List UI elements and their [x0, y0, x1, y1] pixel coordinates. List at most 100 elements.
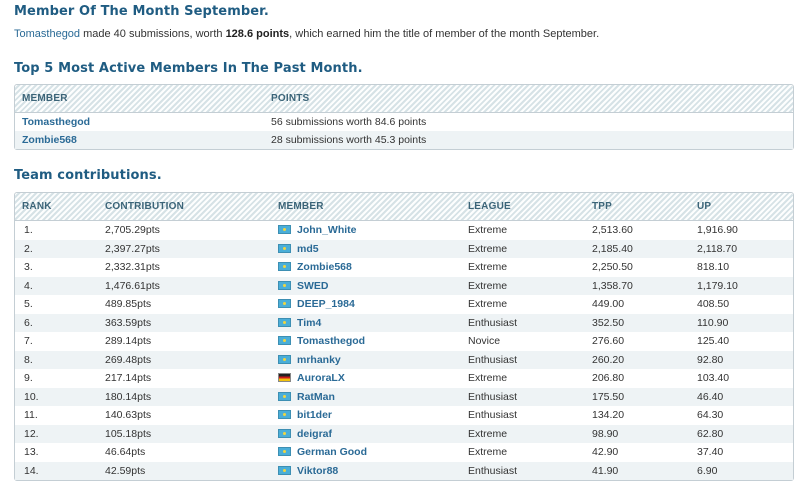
up-cell: 62.80	[697, 427, 724, 440]
flag-kz-icon	[278, 262, 291, 271]
table-row: 7. 289.14pts Tomasthegod Novice 276.60 125.40	[15, 332, 793, 351]
table-row: 12. 105.18pts deigraf Extreme 98.90 62.80	[15, 424, 793, 443]
member-link[interactable]: RatMan	[297, 391, 335, 403]
team-heading: Team contributions.	[14, 168, 162, 183]
col-member: MEMBER	[22, 93, 68, 104]
league-cell: Enthusiast	[468, 409, 518, 421]
table-row: 9. 217.14pts AuroraLX Extreme 206.80 103.40	[15, 369, 793, 388]
col-rank: RANK	[22, 201, 52, 212]
flag-kz-icon	[278, 317, 291, 327]
league-cell: Novice	[468, 335, 501, 347]
top5-heading: Top 5 Most Active Members In The Past Mo…	[14, 61, 363, 76]
contribution-cell: 289.14pts	[105, 335, 152, 347]
points-cell: 56 submissions worth 84.6 points	[271, 116, 427, 128]
tpp-cell: 276.60	[592, 335, 625, 347]
team-table-body: 1. 2,705.29pts John_White Extreme 2,513.60 1,…	[15, 221, 793, 480]
rank-cell: 13.	[24, 446, 39, 458]
flag-kz-icon	[278, 428, 291, 438]
top5-table: MEMBER POINTS Tomasthegod 56 submissions …	[14, 84, 794, 150]
contribution-cell: 363.59pts	[105, 316, 152, 329]
contribution-cell: 140.63pts	[105, 409, 152, 421]
member-link[interactable]: deigraf	[297, 428, 332, 440]
member-link[interactable]: bit1der	[297, 409, 332, 421]
tpp-cell: 1,358.70	[592, 279, 633, 292]
team-table: RANK CONTRIBUTION MEMBER LEAGUE TPP UP 1…	[14, 192, 794, 481]
flag-de-icon	[278, 373, 291, 382]
rank-cell: 1.	[24, 224, 33, 236]
member-link[interactable]: SWED	[297, 280, 329, 292]
member-link[interactable]: mrhanky	[297, 354, 341, 366]
rank-cell: 12.	[24, 427, 39, 440]
flag-kz-icon	[278, 410, 291, 419]
league-cell: Extreme	[468, 427, 508, 440]
contribution-cell: 180.14pts	[105, 390, 152, 403]
league-cell: Enthusiast	[468, 464, 518, 477]
league-cell: Extreme	[468, 261, 508, 273]
top5-table-header: MEMBER POINTS	[15, 85, 793, 113]
col-contribution: CONTRIBUTION	[105, 201, 185, 212]
contribution-cell: 46.64pts	[105, 446, 146, 458]
member-link[interactable]: Tomasthegod	[297, 335, 365, 347]
league-cell: Extreme	[468, 242, 508, 255]
flag-kz-icon	[278, 391, 291, 401]
up-cell: 408.50	[697, 298, 730, 310]
col-points: POINTS	[271, 93, 310, 104]
col-league: LEAGUE	[468, 201, 511, 212]
tpp-cell: 206.80	[592, 372, 625, 384]
flag-kz-icon	[278, 447, 291, 456]
member-link[interactable]: Viktor88	[297, 465, 338, 477]
rank-cell: 9.	[24, 372, 33, 384]
flag-kz-icon	[278, 354, 291, 364]
member-link[interactable]: John_White	[297, 224, 357, 236]
contribution-cell: 2,397.27pts	[105, 242, 160, 255]
tpp-cell: 260.20	[592, 353, 625, 366]
member-link[interactable]: AuroraLX	[297, 372, 345, 384]
rank-cell: 8.	[24, 353, 33, 366]
up-cell: 92.80	[697, 353, 724, 366]
contribution-cell: 42.59pts	[105, 464, 146, 477]
flag-kz-icon	[278, 225, 291, 234]
table-row: 4. 1,476.61pts SWED Extreme 1,358.70 1,179.10	[15, 276, 793, 295]
contribution-cell: 217.14pts	[105, 372, 152, 384]
page: Member Of The Month September. Tomastheg…	[0, 0, 800, 487]
league-cell: Extreme	[468, 372, 508, 384]
summary-text-1: made 40 submissions, worth	[80, 28, 226, 40]
member-link[interactable]: md5	[297, 243, 319, 255]
flag-kz-icon	[278, 280, 291, 290]
table-row: 5. 489.85pts DEEP_1984 Extreme 449.00 408.50	[15, 295, 793, 314]
member-link[interactable]: Tim4	[297, 317, 321, 329]
contribution-cell: 105.18pts	[105, 427, 152, 440]
table-row: 1. 2,705.29pts John_White Extreme 2,513.60 1,…	[15, 221, 793, 240]
league-cell: Extreme	[468, 446, 508, 458]
league-cell: Enthusiast	[468, 390, 518, 403]
member-of-month-link[interactable]: Tomasthegod	[14, 28, 80, 40]
rank-cell: 2.	[24, 242, 33, 255]
member-link[interactable]: German Good	[297, 446, 367, 458]
league-cell: Extreme	[468, 224, 508, 236]
member-link[interactable]: Zombie568	[297, 261, 352, 273]
rank-cell: 4.	[24, 279, 33, 292]
league-cell: Extreme	[468, 279, 508, 292]
up-cell: 125.40	[697, 335, 730, 347]
up-cell: 818.10	[697, 261, 730, 273]
member-link[interactable]: DEEP_1984	[297, 298, 355, 310]
member-link[interactable]: Tomasthegod	[22, 116, 90, 128]
tpp-cell: 42.90	[592, 446, 619, 458]
col-up: UP	[697, 201, 712, 212]
rank-cell: 10.	[24, 390, 39, 403]
col-member: MEMBER	[278, 201, 324, 212]
summary-points: 128.6 points	[225, 28, 290, 40]
up-cell: 1,179.10	[697, 279, 738, 292]
flag-kz-icon	[278, 465, 291, 475]
member-link[interactable]: Zombie568	[22, 134, 77, 146]
contribution-cell: 1,476.61pts	[105, 279, 160, 292]
table-row: Tomasthegod 56 submissions worth 84.6 poi…	[15, 113, 793, 131]
up-cell: 103.40	[697, 372, 730, 384]
table-row: 10. 180.14pts RatMan Enthusiast 175.50 46.40	[15, 387, 793, 406]
table-row: 6. 363.59pts Tim4 Enthusiast 352.50 110.90	[15, 313, 793, 332]
league-cell: Extreme	[468, 298, 508, 310]
up-cell: 1,916.90	[697, 224, 738, 236]
up-cell: 64.30	[697, 409, 724, 421]
up-cell: 2,118.70	[697, 242, 738, 255]
rank-cell: 6.	[24, 316, 33, 329]
